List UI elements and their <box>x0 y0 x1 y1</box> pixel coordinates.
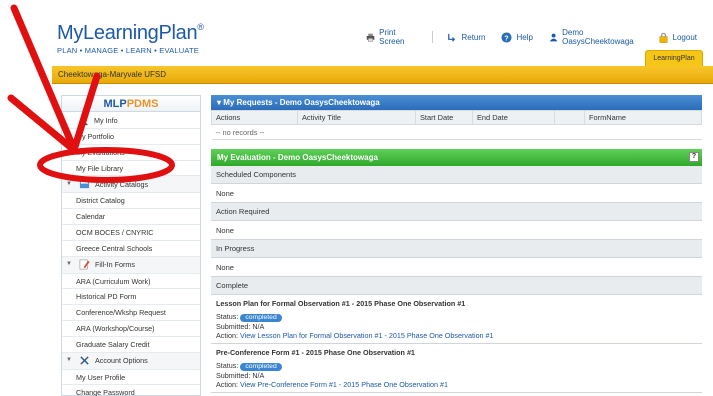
status-badge: completed <box>240 314 282 322</box>
in-progress-value: None <box>211 258 702 277</box>
sidebar-item-graduate-salary[interactable]: Graduate Salary Credit <box>62 337 200 353</box>
list-item: Pre-Conference Form #1 - 2015 Phase One … <box>211 344 702 393</box>
status-badge: completed <box>240 363 282 371</box>
column-end-date[interactable]: End Date <box>472 110 555 125</box>
print-screen-label: Print Screen <box>379 28 405 46</box>
status-label: Status: <box>216 361 239 370</box>
sidebar-item-ocm-boces[interactable]: OCM BOCES / CNYRIC <box>62 225 200 241</box>
component-title: Pre-Conference Form #1 - 2015 Phase One … <box>216 348 415 357</box>
district-name: Cheektowaga-Maryvale UFSD <box>52 66 713 84</box>
action-required-heading: Action Required <box>211 203 702 221</box>
sidebar-item-calendar[interactable]: Calendar <box>62 209 200 225</box>
column-blank <box>554 110 585 125</box>
column-formname[interactable]: FormName <box>584 110 702 125</box>
sidebar-item-my-user-profile[interactable]: My User Profile <box>62 370 200 386</box>
collapse-triangle-icon: ▼ <box>66 180 72 187</box>
tab-learningplan[interactable]: LearningPlan <box>645 50 703 66</box>
person-icon <box>78 115 89 125</box>
help-icon[interactable]: ? <box>689 152 699 162</box>
sidebar-brand: MLPPDMS <box>62 96 200 112</box>
catalog-icon <box>79 180 90 189</box>
sidebar-item-greece-central[interactable]: Greece Central Schools <box>62 241 200 257</box>
submitted-text: Submitted: N/A <box>216 371 265 380</box>
sidebar-item-change-password[interactable]: Change Password <box>62 385 200 396</box>
scheduled-components-value: None <box>211 184 702 203</box>
sidebar-section-account-options[interactable]: ▼ Account Options <box>62 352 200 370</box>
logout-link[interactable]: Logout <box>658 32 697 43</box>
mylearningplan-logo[interactable]: MyLearningPlan® PLAN • MANAGE • LEARN • … <box>57 22 204 55</box>
main-content: ▾ My Requests - Demo OasysCheektowaga Ac… <box>211 95 702 396</box>
sidebar-item-my-evaluations[interactable]: My Evaluations <box>62 145 200 161</box>
tools-icon <box>80 356 89 365</box>
svg-text:?: ? <box>505 33 510 42</box>
table-row: -- no records -- <box>211 124 702 140</box>
requests-table: Actions Activity Title Start Date End Da… <box>211 110 702 140</box>
column-start-date[interactable]: Start Date <box>415 110 473 125</box>
my-info-label: My Info <box>94 115 118 125</box>
sidebar-section-activity-catalogs[interactable]: ▼ Activity Catalogs <box>62 176 200 194</box>
action-link[interactable]: View Lesson Plan for Formal Observation … <box>240 331 494 340</box>
print-screen-link[interactable]: Print Screen <box>366 28 416 46</box>
status-label: Status: <box>216 312 239 321</box>
activity-catalogs-label: Activity Catalogs <box>95 179 149 189</box>
help-label: Help <box>516 32 533 42</box>
my-requests-header[interactable]: ▾ My Requests - Demo OasysCheektowaga <box>211 95 702 110</box>
complete-heading: Complete <box>211 277 702 295</box>
my-evaluation-header[interactable]: My Evaluation - Demo OasysCheektowaga ? <box>211 149 702 166</box>
user-label: Demo OasysCheektowaga <box>562 28 634 46</box>
action-label: Action: <box>216 380 238 389</box>
sidebar-item-historical-pd[interactable]: Historical PD Form <box>62 289 200 306</box>
logo-text: MyLearningPlan <box>57 22 198 44</box>
return-label: Return <box>461 32 486 42</box>
sidebar-item-my-portfolio[interactable]: My Portfolio <box>62 129 200 145</box>
help-link[interactable]: ? Help <box>501 31 533 43</box>
logo-registered: ® <box>197 22 204 32</box>
app-header: MyLearningPlan® PLAN • MANAGE • LEARN • … <box>0 0 713 66</box>
sidebar-item-ara-workshop[interactable]: ARA (Workshop/Course) <box>62 321 200 337</box>
scheduled-components-heading: Scheduled Components <box>211 166 702 184</box>
return-link[interactable]: Return <box>446 32 485 43</box>
sidebar: MLPPDMS My Info My Portfolio My Evaluati… <box>61 95 201 396</box>
collapse-triangle-icon: ▼ <box>66 357 72 364</box>
action-link[interactable]: View Pre-Conference Form #1 - 2015 Phase… <box>240 380 448 389</box>
in-progress-heading: In Progress <box>211 240 702 258</box>
user-icon <box>549 33 558 41</box>
column-actions[interactable]: Actions <box>211 110 298 125</box>
sidebar-item-my-file-library[interactable]: My File Library <box>62 161 200 177</box>
sidebar-item-ara-curriculum[interactable]: ARA (Curriculum Work) <box>62 274 200 290</box>
sidebar-section-fill-in-forms[interactable]: ▼ Fill-In Forms <box>62 256 200 274</box>
sidebar-item-district-catalog[interactable]: District Catalog <box>62 193 200 210</box>
no-records-text: -- no records -- <box>211 124 702 140</box>
help-icon: ? <box>501 31 513 43</box>
action-required-value: None <box>211 221 702 240</box>
list-item: Lesson Plan for Formal Observation #1 - … <box>211 295 702 344</box>
my-requests-title: My Requests - Demo OasysCheektowaga <box>223 98 380 107</box>
logout-label: Logout <box>672 32 697 42</box>
top-links: Print Screen Return ? Help Demo OasysChe… <box>366 28 713 46</box>
brand-pdms: PDMS <box>126 98 159 110</box>
fill-in-forms-label: Fill-In Forms <box>95 260 135 270</box>
collapse-triangle-icon: ▼ <box>66 261 72 268</box>
return-arrow-icon <box>448 33 456 42</box>
my-evaluation-title: My Evaluation - Demo OasysCheektowaga <box>217 153 378 162</box>
submitted-text: Submitted: N/A <box>216 322 265 331</box>
sidebar-section-my-info[interactable]: My Info <box>62 112 200 129</box>
user-link[interactable]: Demo OasysCheektowaga <box>549 28 642 46</box>
form-pencil-icon <box>79 259 90 270</box>
sidebar-item-conference-request[interactable]: Conference/Wkshp Request <box>62 305 200 321</box>
logo-tagline: PLAN • MANAGE • LEARN • EVALUATE <box>57 46 199 55</box>
component-title: Lesson Plan for Formal Observation #1 - … <box>216 299 466 308</box>
account-options-label: Account Options <box>95 356 148 366</box>
column-activity-title[interactable]: Activity Title <box>297 110 416 125</box>
printer-icon <box>366 33 375 41</box>
action-label: Action: <box>216 331 238 340</box>
brand-mlp: MLP <box>103 98 127 110</box>
divider <box>431 31 433 43</box>
lock-icon <box>659 32 667 43</box>
